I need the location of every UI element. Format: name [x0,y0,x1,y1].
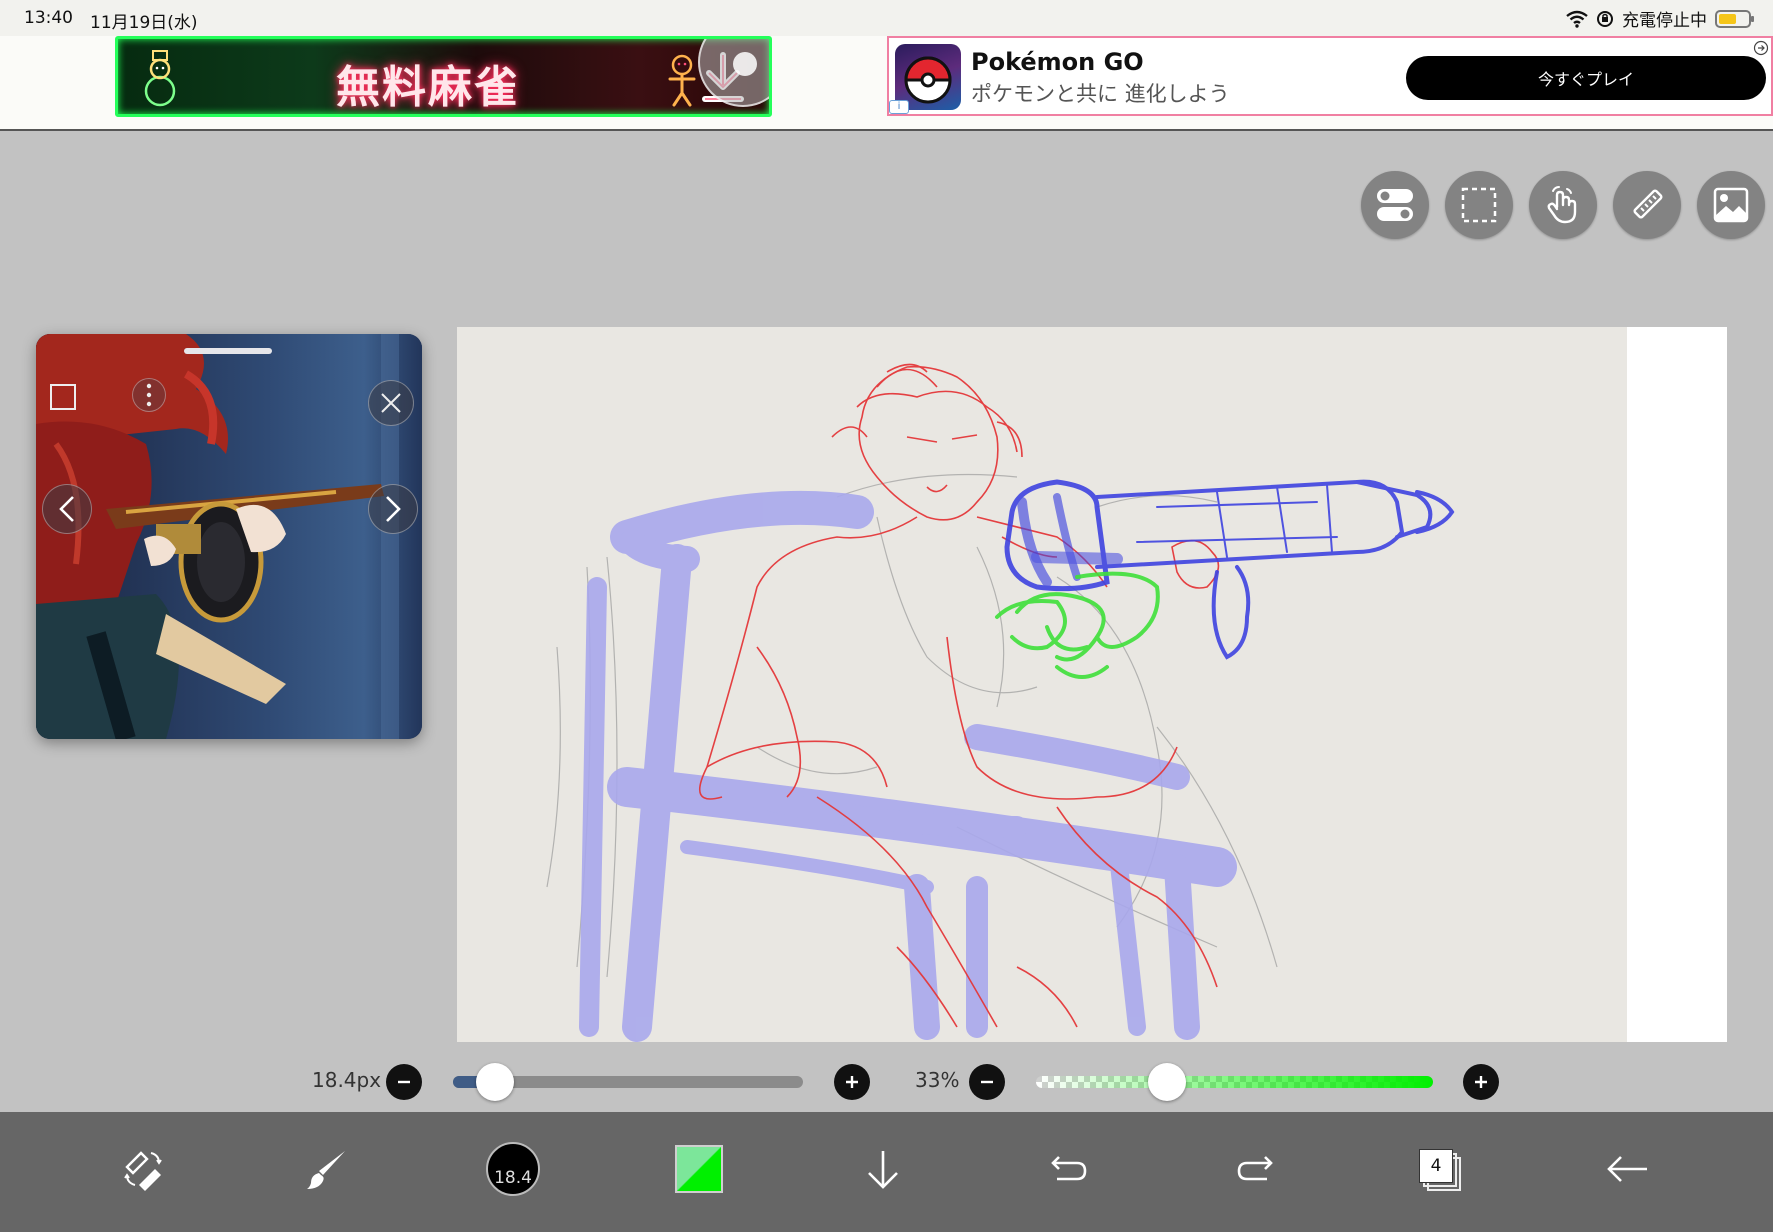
status-date: 11月19日(水) [90,13,198,33]
opacity-decrease-button[interactable] [969,1064,1005,1100]
brush-size-decrease-button[interactable] [386,1064,422,1100]
chevron-right-icon [386,496,401,522]
wifi-icon [1566,10,1588,28]
status-time: 13:40 [24,8,73,28]
download-button[interactable] [848,1134,918,1204]
ad-banner: 無料麻雀 i Pokémon GO ポケモンと共に 進化しよう 今すぐプレイ [0,36,1773,131]
layers-button[interactable]: 4 [1404,1134,1474,1204]
app-screen: 13:40 11月19日(水) 充電停止中 無料麻雀 i Pokémon GO … [0,0,1773,1232]
pokemon-ad-title: Pokémon GO [971,48,1144,76]
bottom-toolbar: 18.4 4 [0,1112,1773,1232]
reference-next-button[interactable] [368,484,418,534]
reference-close-button[interactable] [368,380,414,426]
back-button[interactable] [1592,1134,1662,1204]
brush-icon [307,1151,345,1189]
frame-icon [50,384,76,410]
brush-size-increase-button[interactable] [834,1064,870,1100]
mahjong-ad[interactable]: 無料麻雀 [115,36,772,117]
more-vertical-icon [146,383,152,407]
color-button[interactable] [664,1134,734,1204]
pokemon-ad-subtitle: ポケモンと共に 進化しよう [971,82,1230,106]
reference-image-panel[interactable] [36,334,422,739]
minus-icon [981,1080,993,1084]
selection-icon [1461,187,1497,223]
toggle-tool-button[interactable] [1361,171,1429,239]
chevron-left-icon [59,496,74,522]
selection-tool-button[interactable] [1445,171,1513,239]
play-now-button[interactable]: 今すぐプレイ [1406,56,1766,100]
reference-frame-button[interactable] [48,382,78,412]
orientation-lock-icon [1597,10,1613,27]
tool-switch-icon [124,1151,162,1191]
undo-icon [1051,1156,1087,1181]
status-bar: 13:40 11月19日(水) 充電停止中 [0,0,1773,36]
ad-info-icon[interactable]: i [889,100,909,114]
hand-icon [1547,186,1577,224]
reference-image [36,334,422,739]
opacity-increase-button[interactable] [1463,1064,1499,1100]
ruler-icon [1633,189,1663,219]
undo-button[interactable] [1034,1134,1104,1204]
opacity-slider[interactable] [1036,1076,1433,1088]
hand-tool-button[interactable] [1529,171,1597,239]
brush-tool-button[interactable] [292,1134,362,1204]
status-right: 充電停止中 [1566,6,1754,31]
sketch-artwork [546,363,1455,1042]
layer-count: 4 [1419,1149,1453,1183]
plus-icon [1475,1076,1487,1088]
opacity-label: 33% [915,1068,960,1092]
opacity-thumb[interactable] [1148,1063,1186,1101]
redo-icon [1237,1156,1273,1181]
plus-icon [846,1076,858,1088]
color-swatch [675,1145,723,1193]
brush-sliders: 18.4px 33% [0,1055,1773,1105]
brush-size-thumb[interactable] [476,1063,514,1101]
reference-drag-handle[interactable] [184,348,272,354]
image-icon [1713,187,1749,223]
image-tool-button[interactable] [1697,171,1765,239]
brush-size-button[interactable]: 18.4 [478,1134,548,1204]
brush-size-label: 18.4px [312,1068,382,1092]
reference-more-button[interactable] [132,378,166,412]
battery-icon [1715,9,1754,28]
toggle-icon [1377,189,1413,221]
top-tools [1361,171,1765,239]
charging-status: 充電停止中 [1622,11,1707,31]
tool-switch-button[interactable] [108,1134,178,1204]
redo-button[interactable] [1220,1134,1290,1204]
snowman-icon [144,50,176,107]
ad-close-icon[interactable] [1753,40,1769,56]
pokemon-ad[interactable]: i Pokémon GO ポケモンと共に 進化しよう 今すぐプレイ [887,36,1773,116]
reference-prev-button[interactable] [42,484,92,534]
assistive-touch-knob [733,52,757,76]
mahjong-ad-title: 無料麻雀 [336,62,520,113]
layers-icon: 4 [1419,1149,1461,1191]
brush-size-badge: 18.4 [486,1142,540,1196]
minus-icon [398,1080,410,1084]
close-icon [381,393,401,413]
back-icon [1607,1156,1647,1182]
ruler-tool-button[interactable] [1613,171,1681,239]
drawing-canvas[interactable] [457,327,1727,1042]
download-icon [868,1151,898,1189]
